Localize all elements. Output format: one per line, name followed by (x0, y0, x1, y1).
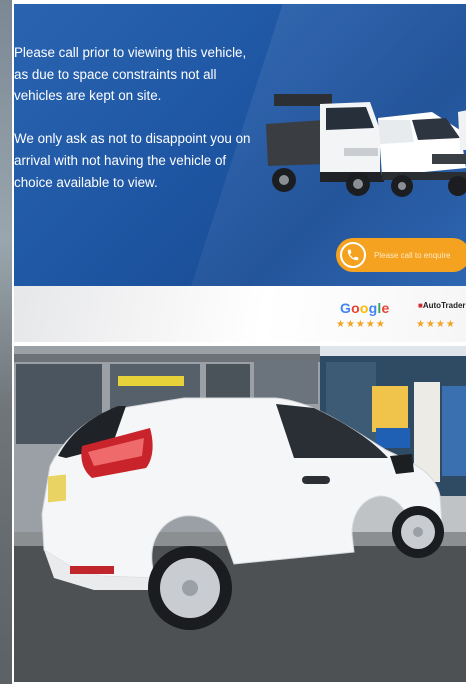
tipper-truck-image (266, 94, 384, 196)
right-edge (466, 0, 471, 684)
review-badges-strip: Google ★★★★★ ■AutoTrader ★★★★ (14, 286, 466, 342)
notice-text: Please call prior to viewing this vehicl… (14, 42, 254, 214)
van-photo-illustration (14, 346, 466, 682)
google-letter: G (340, 300, 352, 316)
google-rating-stars: ★★★★★ (336, 319, 386, 330)
call-to-enquire-button[interactable]: Please call to enquire (336, 238, 466, 272)
google-letter: o (359, 300, 369, 316)
white-van-image (378, 112, 466, 197)
google-letter: o (351, 300, 360, 316)
viewing-notice-banner: Please call prior to viewing this vehicl… (14, 4, 466, 286)
autotrader-prefix: Auto (422, 301, 442, 310)
vehicles-illustration (266, 94, 466, 197)
autotrader-rating-stars: ★★★★ (416, 319, 456, 330)
google-logo: Google (340, 300, 389, 316)
left-adjacent-image-strip (0, 0, 12, 684)
google-letter: e (381, 300, 390, 316)
notice-paragraph-1: Please call prior to viewing this vehicl… (14, 45, 247, 104)
van-photo[interactable] (14, 346, 466, 682)
autotrader-logo: ■AutoTrader (418, 301, 466, 310)
google-letter: g (368, 300, 378, 316)
autotrader-suffix: Trader (441, 301, 466, 310)
phone-icon (340, 242, 366, 268)
cta-label: Please call to enquire (374, 250, 451, 260)
notice-paragraph-2: We only ask as not to disappoint you on … (14, 131, 251, 190)
